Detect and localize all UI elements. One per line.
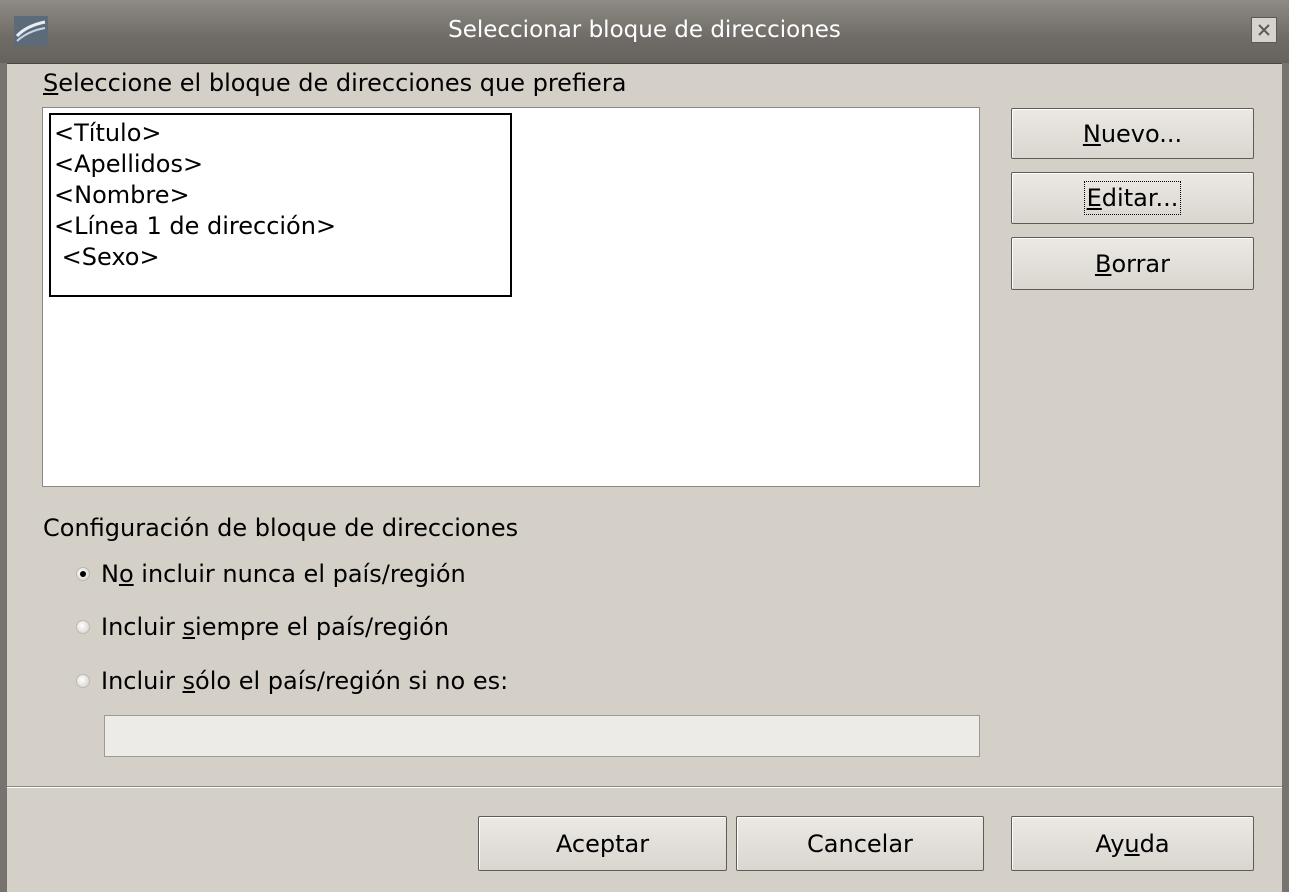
radio-label: Incluir siempre el país/región xyxy=(101,613,449,641)
close-icon xyxy=(1258,24,1270,36)
radio-indicator[interactable] xyxy=(76,567,90,581)
ok-button[interactable]: Aceptar xyxy=(478,816,727,871)
cancel-button[interactable]: Cancelar xyxy=(736,816,984,871)
config-section-label: Configuración de bloque de direcciones xyxy=(43,514,519,542)
block-line: <Título> xyxy=(54,119,162,147)
address-block-item[interactable]: <Título> <Apellidos> <Nombre> <Línea 1 d… xyxy=(49,113,512,297)
close-button[interactable] xyxy=(1251,17,1277,43)
window-border-right xyxy=(1282,63,1289,892)
help-button[interactable]: Ay u da xyxy=(1011,816,1254,871)
address-blocks-list[interactable]: <Título> <Apellidos> <Nombre> <Línea 1 d… xyxy=(42,107,980,487)
window-title: Seleccionar bloque de direcciones xyxy=(448,17,841,43)
title-bar: Seleccionar bloque de direcciones xyxy=(0,0,1289,64)
radio-always-include-country[interactable]: Incluir siempre el país/región xyxy=(76,613,449,641)
radio-label: No incluir nunca el país/región xyxy=(101,560,466,588)
block-line: <Sexo> xyxy=(54,243,160,271)
block-line: <Apellidos> xyxy=(54,150,204,178)
radio-never-include-country[interactable]: No incluir nunca el país/región xyxy=(76,560,466,588)
block-line: <Línea 1 de dirección> xyxy=(54,212,337,240)
footer-divider xyxy=(7,786,1282,788)
edit-button[interactable]: Editar... xyxy=(1011,172,1254,224)
radio-indicator[interactable] xyxy=(76,674,90,688)
blocks-list-label: Seleccione el bloque de direcciones que … xyxy=(43,69,627,97)
delete-button[interactable]: Borrar xyxy=(1011,237,1254,290)
block-line: <Nombre> xyxy=(54,181,190,209)
radio-include-country-if-not[interactable]: Incluir sólo el país/región si no es: xyxy=(76,667,508,695)
radio-indicator[interactable] xyxy=(76,620,90,634)
window-border-left xyxy=(0,63,7,892)
new-button[interactable]: Nuevo... xyxy=(1011,108,1254,159)
radio-label: Incluir sólo el país/región si no es: xyxy=(101,667,509,695)
country-field[interactable] xyxy=(104,715,980,757)
